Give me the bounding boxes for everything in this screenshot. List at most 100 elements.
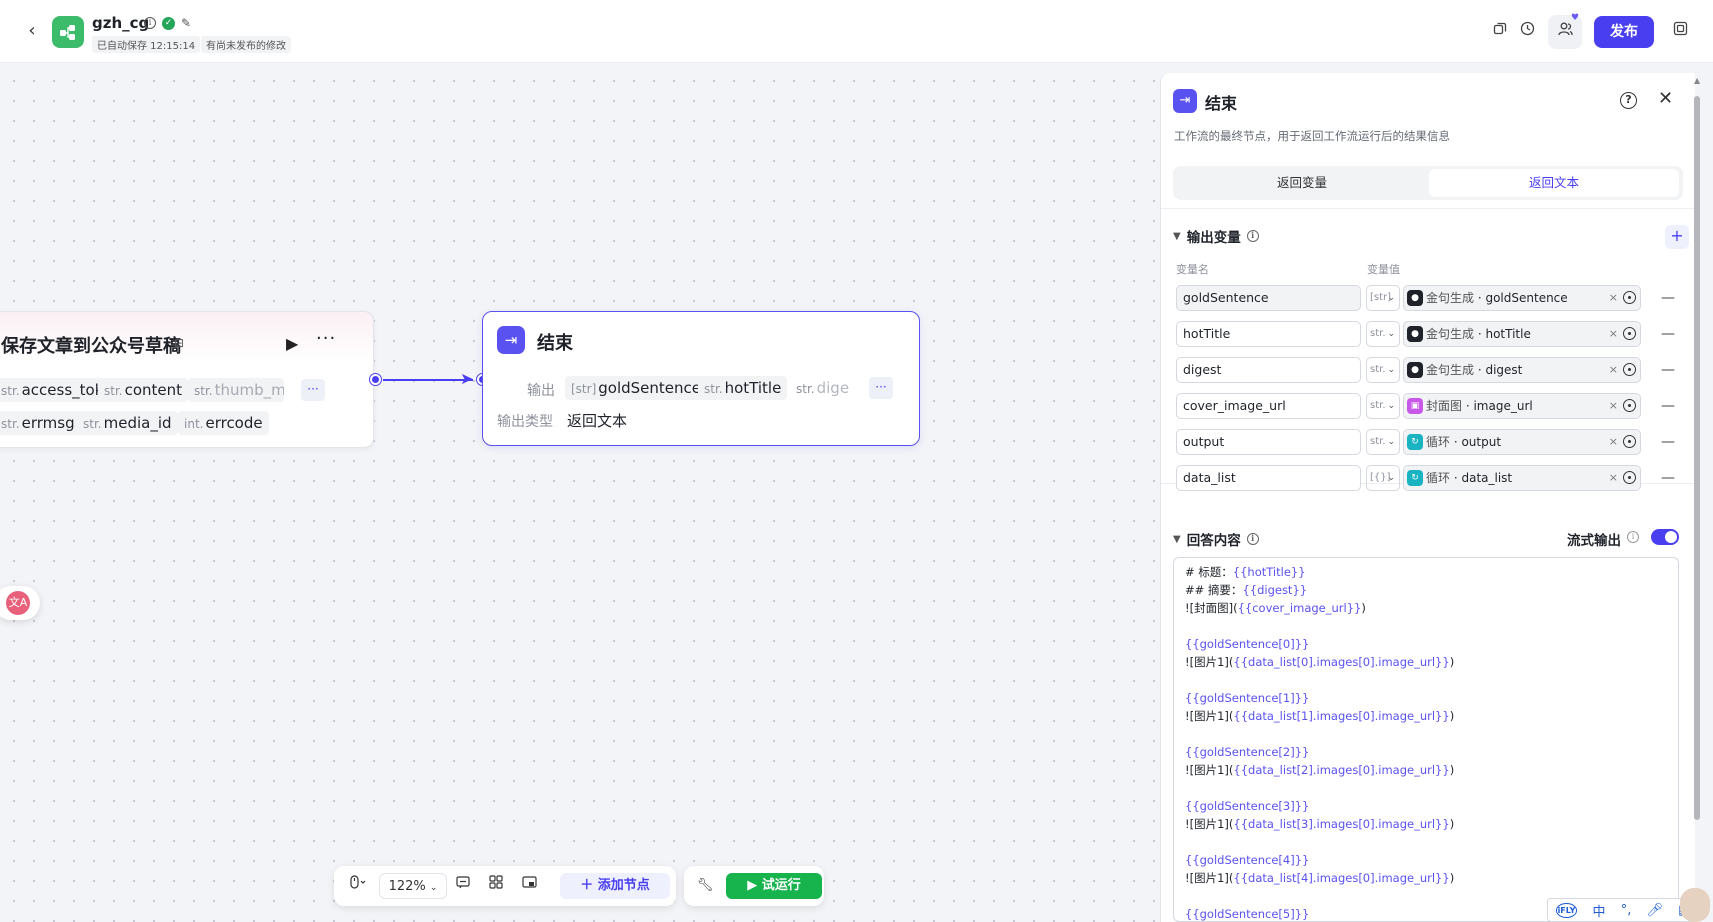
remove-variable-button[interactable]: — <box>1661 321 1675 347</box>
zoom-select[interactable]: 122% ⌄ <box>379 873 447 899</box>
panel-description: 工作流的最终节点，用于返回工作流运行后的结果信息 <box>1174 129 1450 143</box>
stream-output-toggle[interactable] <box>1651 529 1679 545</box>
assistant-avatar[interactable] <box>1680 888 1710 922</box>
ime-language[interactable]: 中 <box>1593 901 1606 920</box>
target-icon[interactable] <box>1623 363 1636 376</box>
stream-output-label: 流式输出 <box>1567 533 1621 549</box>
clear-icon[interactable]: × <box>1609 430 1618 454</box>
target-icon[interactable] <box>1623 471 1636 484</box>
type-select[interactable]: str. ⌄ <box>1366 429 1400 455</box>
variable-value-ref[interactable]: ● 金句生成 · goldSentence × <box>1403 285 1641 311</box>
info-icon[interactable]: i <box>1627 531 1639 543</box>
back-button[interactable]: ‹ <box>22 20 42 42</box>
output-tag: str.diges <box>790 376 850 400</box>
remove-variable-button[interactable]: — <box>1661 285 1675 311</box>
more-outputs-button[interactable]: ··· <box>301 379 325 401</box>
variable-name-input[interactable]: output <box>1176 429 1361 455</box>
save-draft-node[interactable]: 保存文章到公众号草稿 ⊟ ▶ ··· str. access_token str.… <box>0 311 374 448</box>
editor-line: ## 摘要：{{digest}} <box>1185 583 1308 597</box>
add-node-button[interactable]: ＋ 添加节点 <box>560 873 670 899</box>
scroll-up-arrow-icon[interactable]: ▲ <box>1694 76 1700 85</box>
clear-icon[interactable]: × <box>1609 358 1618 382</box>
type-select[interactable]: str. ⌄ <box>1366 393 1400 419</box>
history-icon[interactable] <box>1515 20 1539 44</box>
template-variable: {{goldSentence[0]}} <box>1185 637 1310 651</box>
add-variable-button[interactable]: + <box>1665 225 1689 249</box>
output-port[interactable] <box>370 374 381 385</box>
tab-return-variables[interactable]: 返回变量 <box>1177 169 1427 197</box>
variable-name-input[interactable]: digest <box>1176 357 1361 383</box>
scrollbar-thumb[interactable] <box>1694 96 1700 820</box>
type-select[interactable]: str. ⌄ <box>1366 321 1400 347</box>
copy-icon[interactable] <box>1488 20 1512 44</box>
translate-button[interactable]: 文A <box>0 586 40 620</box>
comment-icon[interactable] <box>449 873 477 899</box>
clear-icon[interactable]: × <box>1609 286 1618 310</box>
type-select[interactable]: [{}] ⌄ <box>1366 465 1400 491</box>
canvas-toolbar: 122% ⌄ ＋ 添加节点 <box>334 866 676 906</box>
debug-tool-icon[interactable]: 🔧︎ <box>690 873 720 899</box>
output-tag: str. errmsg <box>0 411 81 435</box>
close-icon[interactable]: ✕ <box>1658 88 1673 109</box>
variable-value-ref[interactable]: ↻ 循环 · output × <box>1403 429 1641 455</box>
answer-content-editor[interactable]: # 标题：{{hotTitle}} ## 摘要：{{digest}} ![封面图](… <box>1173 557 1679 922</box>
end-node[interactable]: ⇥ 结束 输出 [str] goldSentence str. hotTitle s… <box>482 311 920 446</box>
help-icon[interactable]: ? <box>1620 92 1637 109</box>
info-icon[interactable]: i <box>1246 230 1259 242</box>
plugin-icon: ⊟ <box>174 336 185 350</box>
ime-toolbar[interactable]: iFLY 中 °, 🎤︎ ▦ <box>1547 898 1699 922</box>
editor-line: {{goldSentence[0]}} <box>1185 635 1667 653</box>
clear-icon[interactable]: × <box>1609 466 1618 490</box>
variable-name-input[interactable]: hotTitle <box>1176 321 1361 347</box>
editor-line: ![图片1]({{data_list[2].images[0].image_ur… <box>1185 763 1455 777</box>
variable-value-ref[interactable]: ▣ 封面图 · image_url × <box>1403 393 1641 419</box>
output-variables-header[interactable]: ▼ 输出变量 i <box>1173 226 1259 246</box>
type-select[interactable]: str. ⌄ <box>1366 357 1400 383</box>
panel-scrollbar[interactable] <box>1693 78 1701 922</box>
remove-variable-button[interactable]: — <box>1661 465 1675 491</box>
publish-button[interactable]: 发布 <box>1594 16 1654 48</box>
target-icon[interactable] <box>1623 291 1636 304</box>
variable-value-ref[interactable]: ● 金句生成 · digest × <box>1403 357 1641 383</box>
variable-name-input[interactable]: goldSentence <box>1176 285 1361 311</box>
tab-return-text[interactable]: 返回文本 <box>1429 169 1679 197</box>
remove-variable-button[interactable]: — <box>1661 429 1675 455</box>
workflow-canvas[interactable] <box>0 63 1160 922</box>
microphone-icon[interactable]: 🎤︎ <box>1646 903 1663 918</box>
output-tag: str. content <box>98 378 189 402</box>
node-source-icon: ● <box>1407 326 1423 342</box>
output-type-label: 输出类型 <box>497 414 553 430</box>
edit-icon[interactable]: ✎ <box>181 16 191 30</box>
editor-line: {{goldSentence[4]}} <box>1185 851 1667 869</box>
variable-value-ref[interactable]: ↻ 循环 · data_list × <box>1403 465 1641 491</box>
remove-variable-button[interactable]: — <box>1661 393 1675 419</box>
mouse-mode-icon[interactable] <box>344 873 372 899</box>
auto-layout-icon[interactable] <box>482 873 510 899</box>
translate-icon: 文A <box>6 591 30 615</box>
clear-icon[interactable]: × <box>1609 322 1618 346</box>
more-icon[interactable]: ··· <box>316 328 336 349</box>
panel-toggle-icon[interactable] <box>1668 20 1692 44</box>
target-icon[interactable] <box>1623 399 1636 412</box>
minimap-icon[interactable] <box>515 873 543 899</box>
target-icon[interactable] <box>1623 327 1636 340</box>
output-tag: str. media_id <box>77 411 178 435</box>
test-run-button[interactable]: ▶ 试运行 <box>726 873 822 899</box>
variable-name-input[interactable]: data_list <box>1176 465 1361 491</box>
punctuation-icon[interactable]: °, <box>1621 903 1632 918</box>
run-node-icon[interactable]: ▶ <box>286 334 298 353</box>
clear-icon[interactable]: × <box>1609 394 1618 418</box>
remove-variable-button[interactable]: — <box>1661 357 1675 383</box>
variable-name-input[interactable]: cover_image_url <box>1176 393 1361 419</box>
column-header-name: 变量名 <box>1176 263 1209 276</box>
variable-row: data_list [{}] ⌄ ↻ 循环 · data_list × — <box>1176 465 1675 491</box>
more-outputs-button[interactable]: ··· <box>869 377 893 399</box>
type-select[interactable]: [str] ⌄ <box>1366 285 1400 311</box>
info-icon[interactable]: i <box>1246 533 1259 545</box>
variable-value-ref[interactable]: ● 金句生成 · hotTitle × <box>1403 321 1641 347</box>
answer-content-header[interactable]: ▼ 回答内容 i <box>1173 529 1259 549</box>
info-icon[interactable]: i <box>144 17 156 29</box>
target-icon[interactable] <box>1623 435 1636 448</box>
